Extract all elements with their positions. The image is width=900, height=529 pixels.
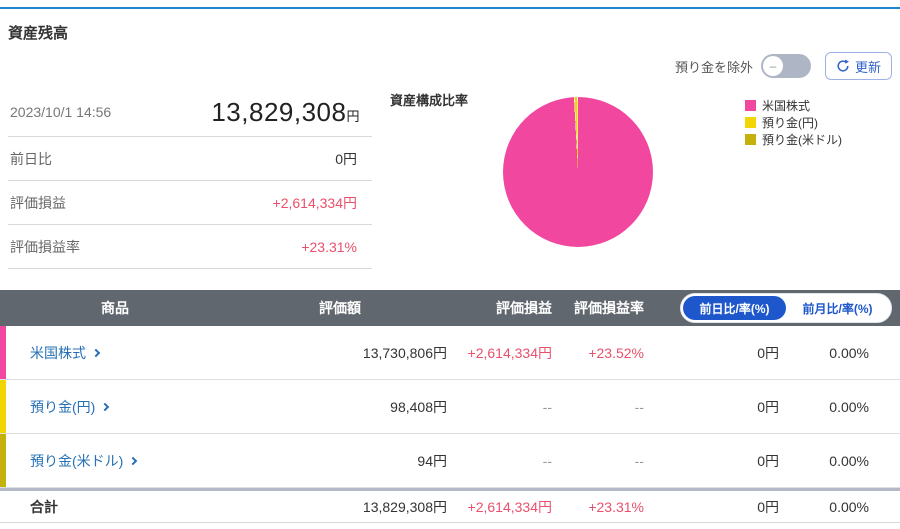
- page-title: 資産残高: [8, 22, 68, 43]
- cell-day-change: 0円: [647, 343, 782, 363]
- legend-item: 預り金(米ドル): [745, 131, 842, 148]
- legend-item: 預り金(円): [745, 114, 842, 131]
- holdings-table: 商品 評価額 評価損益 評価損益率 前日比/率(%) 前月比/率(%) 米国株式…: [0, 290, 900, 523]
- column-header-valuation: 評価額: [230, 298, 450, 318]
- cell-valuation: 94円: [230, 451, 450, 471]
- summary-row-label: 評価損益: [10, 193, 66, 213]
- toggle-knob[interactable]: –: [763, 56, 783, 76]
- table-header-row: 商品 評価額 評価損益 評価損益率 前日比/率(%) 前月比/率(%): [0, 290, 900, 326]
- total-day-rate: 0.00%: [782, 499, 872, 515]
- summary-row-pl-rate: 評価損益率 +23.31%: [8, 225, 372, 269]
- cell-day-rate: 0.00%: [782, 399, 872, 415]
- summary-row-value: +23.31%: [301, 239, 360, 255]
- total-pl: +2,614,334円: [450, 497, 555, 517]
- row-color-bar: [0, 434, 6, 487]
- column-header-pl: 評価損益: [450, 298, 555, 318]
- as-of-timestamp: 2023/10/1 14:56: [10, 104, 111, 120]
- top-accent-line: [0, 7, 900, 9]
- cell-pl-rate: --: [555, 399, 647, 415]
- summary-row-label: 評価損益率: [10, 237, 80, 257]
- legend-item: 米国株式: [745, 97, 842, 114]
- cell-day-change: 0円: [647, 451, 782, 471]
- table-row-deposit-usd: 預り金(米ドル) 94円 -- -- 0円 0.00%: [0, 434, 900, 488]
- column-header-product: 商品: [0, 298, 230, 318]
- pie-chart-title: 資産構成比率: [390, 90, 468, 109]
- legend-swatch-deposit-jpy: [745, 117, 756, 128]
- column-header-pl-rate: 評価損益率: [555, 298, 647, 318]
- summary-total-row: 2023/10/1 14:56 13,829,308円: [8, 88, 372, 137]
- product-link-us-stocks[interactable]: 米国株式: [30, 343, 99, 363]
- period-toggle: 前日比/率(%) 前月比/率(%): [680, 293, 892, 323]
- table-total-row: 合計 13,829,308円 +2,614,334円 +23.31% 0円 0.…: [0, 488, 900, 523]
- legend-swatch-us-stocks: [745, 100, 756, 111]
- total-label: 合計: [0, 497, 230, 517]
- period-toggle-month[interactable]: 前月比/率(%): [786, 296, 889, 320]
- legend-label: 預り金(米ドル): [762, 131, 842, 148]
- summary-panel: 2023/10/1 14:56 13,829,308円 前日比 0円 評価損益 …: [8, 88, 372, 269]
- total-valuation: 13,829,308円: [230, 497, 450, 517]
- asset-allocation-pie: [503, 97, 653, 247]
- cell-day-change: 0円: [647, 397, 782, 417]
- cell-valuation: 13,730,806円: [230, 343, 450, 363]
- exclude-deposits-toggle[interactable]: –: [761, 54, 811, 78]
- cell-pl: --: [450, 399, 555, 415]
- legend-swatch-deposit-usd: [745, 134, 756, 145]
- cell-pl: +2,614,334円: [450, 343, 555, 363]
- controls-row: 預り金を除外 – 更新: [675, 52, 892, 80]
- legend-label: 米国株式: [762, 97, 810, 114]
- summary-row-value: 0円: [335, 149, 360, 169]
- refresh-icon: [836, 59, 850, 73]
- cell-valuation: 98,408円: [230, 397, 450, 417]
- currency-unit: 円: [346, 109, 360, 124]
- exclude-deposits-toggle-label: 預り金を除外: [675, 57, 753, 76]
- chevron-right-icon: [129, 457, 137, 465]
- product-link-deposit-jpy[interactable]: 預り金(円): [30, 397, 108, 417]
- total-asset-amount: 13,829,308円: [211, 97, 360, 128]
- pie-legend: 米国株式 預り金(円) 預り金(米ドル): [745, 97, 842, 148]
- table-row-us-stocks: 米国株式 13,730,806円 +2,614,334円 +23.52% 0円 …: [0, 326, 900, 380]
- chevron-right-icon: [101, 403, 109, 411]
- table-row-deposit-jpy: 預り金(円) 98,408円 -- -- 0円 0.00%: [0, 380, 900, 434]
- cell-day-rate: 0.00%: [782, 345, 872, 361]
- summary-row-label: 前日比: [10, 149, 52, 169]
- legend-label: 預り金(円): [762, 114, 818, 131]
- refresh-button[interactable]: 更新: [825, 52, 892, 80]
- summary-row-pl: 評価損益 +2,614,334円: [8, 181, 372, 225]
- row-color-bar: [0, 326, 6, 379]
- product-link-deposit-usd[interactable]: 預り金(米ドル): [30, 451, 136, 471]
- total-pl-rate: +23.31%: [555, 499, 647, 515]
- cell-pl-rate: --: [555, 453, 647, 469]
- refresh-button-label: 更新: [855, 57, 881, 76]
- period-toggle-day[interactable]: 前日比/率(%): [683, 296, 786, 320]
- summary-row-value: +2,614,334円: [273, 193, 360, 213]
- row-color-bar: [0, 380, 6, 433]
- cell-pl: --: [450, 453, 555, 469]
- total-day-change: 0円: [647, 497, 782, 517]
- chevron-right-icon: [92, 349, 100, 357]
- cell-day-rate: 0.00%: [782, 453, 872, 469]
- cell-pl-rate: +23.52%: [555, 345, 647, 361]
- summary-row-day-change: 前日比 0円: [8, 137, 372, 181]
